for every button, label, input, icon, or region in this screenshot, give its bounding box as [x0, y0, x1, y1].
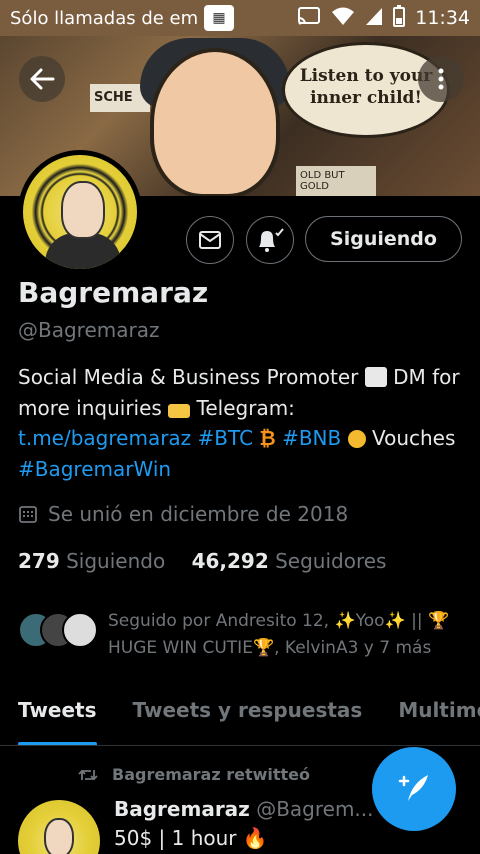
envelope-icon: [199, 231, 221, 249]
tab-tweets[interactable]: Tweets: [18, 690, 97, 745]
profile-tabs: Tweets Tweets y respuestas Multimedia: [0, 690, 480, 746]
following-label: Siguiendo: [66, 549, 166, 573]
more-vertical-icon: [438, 68, 444, 90]
telegram-link[interactable]: t.me/bagremaraz: [18, 426, 191, 450]
carrier-text: Sólo llamadas de em: [10, 7, 199, 29]
retweet-label: Bagremaraz retwitteó: [112, 765, 311, 784]
profile-avatar[interactable]: [18, 150, 142, 274]
status-bar: Sólo llamadas de em ▦ 11:34: [0, 0, 480, 36]
arrow-left-icon: [30, 68, 55, 90]
bitcoin-icon: ₿: [259, 426, 276, 450]
banner-poster: OLD BUT GOLD: [296, 166, 376, 196]
bnb-coin-icon: [347, 430, 366, 448]
profile-name: Bagremaraz: [18, 276, 209, 309]
profile-bio: Social Media & Business Promoter DM for …: [18, 362, 468, 484]
hashtag-bnb[interactable]: #BNB: [282, 426, 341, 450]
followers-count: 46,292: [191, 549, 269, 573]
hashtag-bagremarwin[interactable]: #BagremarWin: [18, 457, 171, 481]
tab-tweets-replies[interactable]: Tweets y respuestas: [133, 690, 363, 745]
tweet-header: Bagremaraz @Bagrem...: [114, 797, 374, 821]
clock: 11:34: [415, 7, 470, 29]
join-date: Se unió en diciembre de 2018: [18, 502, 348, 526]
tweet-avatar[interactable]: [18, 800, 100, 854]
bio-text-4: Vouches: [365, 426, 456, 450]
status-icons: 11:34: [297, 4, 470, 32]
bio-text-3: Telegram:: [190, 395, 295, 420]
banner-illustration-face: [150, 48, 280, 196]
followers-label: Seguidores: [275, 549, 387, 573]
tab-media[interactable]: Multimedia: [398, 690, 480, 745]
message-button[interactable]: [186, 216, 234, 264]
following-button[interactable]: Siguiendo: [305, 216, 462, 262]
tweet-avatar-head: [44, 818, 74, 854]
avatar-head: [61, 181, 105, 239]
notification-icon: ▦: [204, 5, 234, 31]
tweet-author-handle: @Bagrem...: [256, 797, 374, 821]
incoming-envelope-icon: [168, 403, 191, 418]
follower-avatar: [62, 612, 98, 648]
feather-plus-icon: [398, 775, 428, 801]
followed-by-avatars: [18, 612, 98, 652]
cast-icon: [297, 6, 321, 31]
following-stat[interactable]: 279 Siguiendo: [18, 549, 165, 573]
followed-by-text: Seguido por Andresito 12, ✨Yoo✨ || 🏆 HUG…: [108, 611, 450, 658]
follow-stats: 279 Siguiendo 46,292 Seguidores: [18, 549, 386, 573]
avatar-body: [45, 233, 121, 269]
retweet-icon: [78, 769, 98, 780]
following-count: 279: [18, 549, 60, 573]
tweet-author[interactable]: Bagremaraz: [114, 797, 250, 821]
calendar-icon: [19, 506, 37, 523]
bell-check-icon: [259, 228, 284, 252]
signal-icon: [365, 6, 383, 31]
notifications-button[interactable]: [246, 216, 294, 264]
join-date-text: Se unió en diciembre de 2018: [48, 502, 349, 526]
chart-increasing-icon: [364, 367, 387, 387]
followers-stat[interactable]: 46,292 Seguidores: [192, 549, 387, 573]
wifi-icon: [331, 6, 355, 31]
battery-icon: [393, 4, 406, 32]
retweet-indicator: Bagremaraz retwitteó: [78, 765, 310, 784]
compose-tweet-button[interactable]: [372, 747, 456, 831]
bio-text-1: Social Media & Business Promoter: [18, 365, 365, 389]
profile-handle: @Bagremaraz: [18, 318, 160, 342]
tweet-text: 50$ | 1 hour 🔥: [114, 826, 268, 850]
more-options-button[interactable]: [418, 56, 464, 102]
followed-by[interactable]: Seguido por Andresito 12, ✨Yoo✨ || 🏆 HUG…: [18, 608, 468, 662]
hashtag-btc[interactable]: #BTC: [198, 426, 254, 450]
back-button[interactable]: [19, 56, 65, 102]
